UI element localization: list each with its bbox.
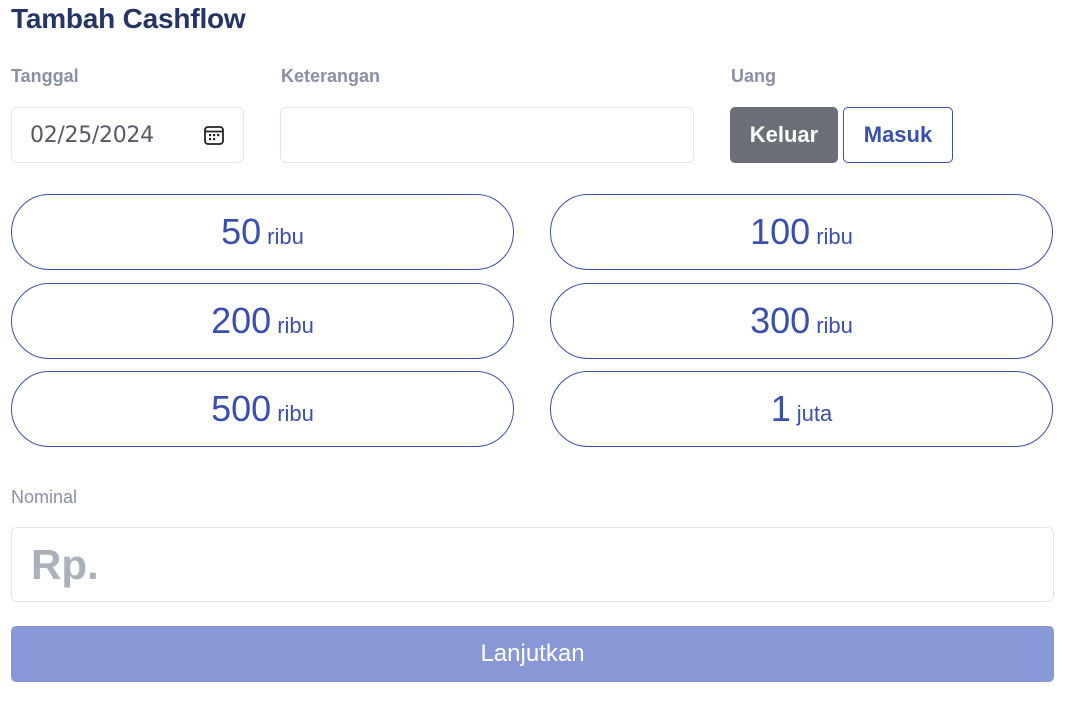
preset-amount-button[interactable]: 500 ribu [11, 371, 514, 447]
preset-amount-button[interactable]: 1 juta [550, 371, 1053, 447]
preset-unit: ribu [816, 313, 853, 338]
preset-amount: 100 [750, 211, 811, 252]
calendar-icon[interactable] [203, 124, 225, 146]
date-value: 02/25/2024 [30, 122, 154, 148]
lanjutkan-button[interactable]: Lanjutkan [11, 626, 1054, 682]
preset-amount: 300 [750, 300, 811, 341]
masuk-toggle-button[interactable]: Masuk [843, 107, 953, 163]
preset-amount: 50 [221, 211, 262, 252]
nominal-label: Nominal [11, 487, 78, 507]
nominal-placeholder: Rp. [31, 540, 99, 588]
preset-unit: ribu [267, 224, 304, 249]
preset-amount-button[interactable]: 50 ribu [11, 194, 514, 270]
preset-amount-button[interactable]: 300 ribu [550, 283, 1053, 359]
preset-unit: ribu [277, 313, 314, 338]
tanggal-label: Tanggal [11, 66, 79, 86]
preset-unit: ribu [277, 401, 314, 426]
uang-label: Uang [731, 66, 776, 86]
keterangan-input[interactable] [280, 107, 694, 163]
preset-amount-button[interactable]: 200 ribu [11, 283, 514, 359]
preset-amount: 200 [211, 300, 272, 341]
preset-amount: 1 [770, 388, 791, 429]
preset-unit: juta [796, 401, 833, 426]
preset-amount: 500 [211, 388, 272, 429]
preset-unit: ribu [816, 224, 853, 249]
keterangan-label: Keterangan [281, 66, 381, 86]
preset-amount-button[interactable]: 100 ribu [550, 194, 1053, 270]
keluar-toggle-button[interactable]: Keluar [730, 107, 838, 163]
nominal-input[interactable]: Rp. [11, 527, 1054, 602]
date-input[interactable]: 02/25/2024 [11, 107, 244, 163]
page-title: Tambah Cashflow [11, 3, 246, 34]
